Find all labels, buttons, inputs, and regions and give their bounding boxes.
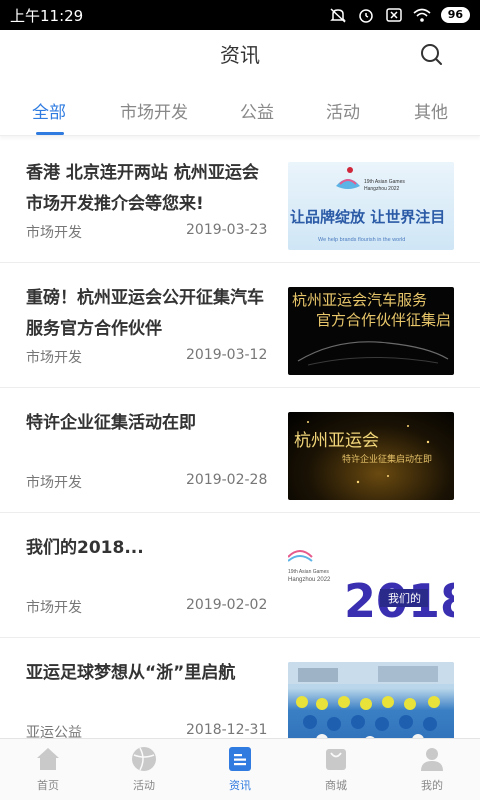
tabbar-item-profile[interactable]: 我的: [384, 739, 480, 800]
mute-icon: [329, 8, 346, 23]
tabbar-item-home[interactable]: 首页: [0, 739, 96, 800]
article-category: 市场开发: [26, 600, 82, 616]
list-item[interactable]: 香港 北京连开两站 杭州亚运会市场开发推介会等您来! 市场开发 2019-03-…: [0, 138, 480, 263]
news-icon: [229, 747, 251, 771]
thumb-text: 让品牌绽放 让世界注目: [290, 208, 445, 226]
tabbar-label: 活动: [133, 779, 155, 792]
car-service-image: 杭州亚运会汽车服务 官方合作伙伴征集启: [292, 291, 451, 366]
tabbar-item-activities[interactable]: 活动: [96, 739, 192, 800]
thumb-text: 我们的: [388, 591, 421, 605]
tab-all[interactable]: 全部: [32, 98, 66, 123]
article-title: 特许企业征集活动在即: [26, 413, 196, 433]
article-title: 我们的2018...: [26, 538, 144, 558]
search-icon[interactable]: [420, 43, 444, 67]
thumb-text: 19th Asian Games: [288, 569, 329, 575]
wifi-icon: [413, 8, 431, 22]
tabbar-item-news[interactable]: 资讯: [192, 739, 288, 800]
battery-icon: 96: [440, 7, 470, 23]
thumb-text: We help brands flourish in the world: [318, 237, 405, 243]
alarm-icon: [358, 9, 373, 23]
article-thumbnail: 杭州亚运会汽车服务 官方合作伙伴征集启: [288, 287, 454, 375]
article-date: 2019-03-12: [186, 347, 268, 363]
status-bar: 上午11:29 96: [0, 0, 480, 30]
article-thumbnail: 19th Asian Games Hangzhou 2022 2018 我们的: [288, 537, 454, 625]
article-category: 市场开发: [26, 350, 82, 366]
shop-bag-icon: [326, 749, 346, 770]
ball-icon: [132, 747, 156, 771]
article-category: 市场开发: [26, 475, 82, 491]
tabbar-label: 我的: [421, 779, 443, 792]
article-title: 香港 北京连开两站 杭州亚运会市场开发推介会等您来!: [26, 163, 259, 214]
tab-public-welfare[interactable]: 公益: [240, 98, 274, 123]
list-item[interactable]: 特许企业征集活动在即 市场开发 2019-02-28 杭州亚运会 特许企业征集启…: [0, 388, 480, 513]
article-date: 2018-12-31: [186, 722, 268, 738]
thumb-text: Hangzhou 2022: [288, 577, 331, 583]
article-thumbnail: 杭州亚运会 特许企业征集启动在即: [288, 412, 454, 500]
article-thumbnail: [288, 662, 454, 750]
our-2018-image: 19th Asian Games Hangzhou 2022 2018 我们的: [288, 550, 454, 625]
thumb-text: 19th Asian Games: [364, 179, 405, 185]
tabbar-label: 商城: [325, 779, 347, 792]
list-item[interactable]: 我们的2018... 市场开发 2019-02-02 19th Asian Ga…: [0, 513, 480, 638]
list-item[interactable]: 重磅！杭州亚运会公开征集汽车服务官方合作伙伴 市场开发 2019-03-12 杭…: [0, 263, 480, 388]
licensing-event-image: 杭州亚运会 特许企业征集启动在即: [294, 421, 432, 484]
thumb-text: Hangzhou 2022: [364, 186, 400, 192]
status-time: 上午11:29: [10, 6, 84, 25]
article-title: 亚运足球梦想从“浙”里启航: [26, 663, 236, 683]
football-group-photo: [288, 662, 454, 748]
header: 资讯: [0, 30, 480, 76]
tabbar-label: 资讯: [229, 779, 251, 792]
tabbar-item-shop[interactable]: 商城: [288, 739, 384, 800]
article-title: 重磅！杭州亚运会公开征集汽车服务官方合作伙伴: [26, 288, 264, 339]
tab-market-development[interactable]: 市场开发: [120, 98, 188, 123]
thumb-text: 官方合作伙伴征集启: [316, 311, 451, 329]
article-thumbnail: 19th Asian Games Hangzhou 2022 让品牌绽放 让世界…: [288, 162, 454, 250]
article-category: 市场开发: [26, 225, 82, 241]
sim-x-icon: [385, 8, 402, 22]
bottom-tab-bar: 首页 活动 资讯 商城 我的: [0, 738, 480, 800]
article-date: 2019-02-28: [186, 472, 268, 488]
thumb-text: 杭州亚运会汽车服务: [292, 291, 427, 309]
page-title: 资讯: [220, 42, 260, 67]
tabbar-label: 首页: [37, 779, 59, 792]
tab-events[interactable]: 活动: [326, 98, 360, 123]
thumb-text: 杭州亚运会: [294, 431, 379, 451]
article-date: 2019-02-02: [186, 597, 268, 613]
active-tab-indicator: [36, 132, 64, 135]
asian-games-emblem-image: 19th Asian Games Hangzhou 2022 让品牌绽放 让世界…: [290, 167, 445, 243]
tab-other[interactable]: 其他: [414, 98, 448, 123]
thumb-text: 特许企业征集启动在即: [342, 453, 432, 465]
category-tabs: 全部 市场开发 公益 活动 其他: [0, 80, 480, 136]
user-icon: [421, 748, 443, 771]
status-icons: 96: [329, 7, 470, 23]
home-icon: [37, 748, 59, 770]
article-date: 2019-03-23: [186, 222, 268, 238]
